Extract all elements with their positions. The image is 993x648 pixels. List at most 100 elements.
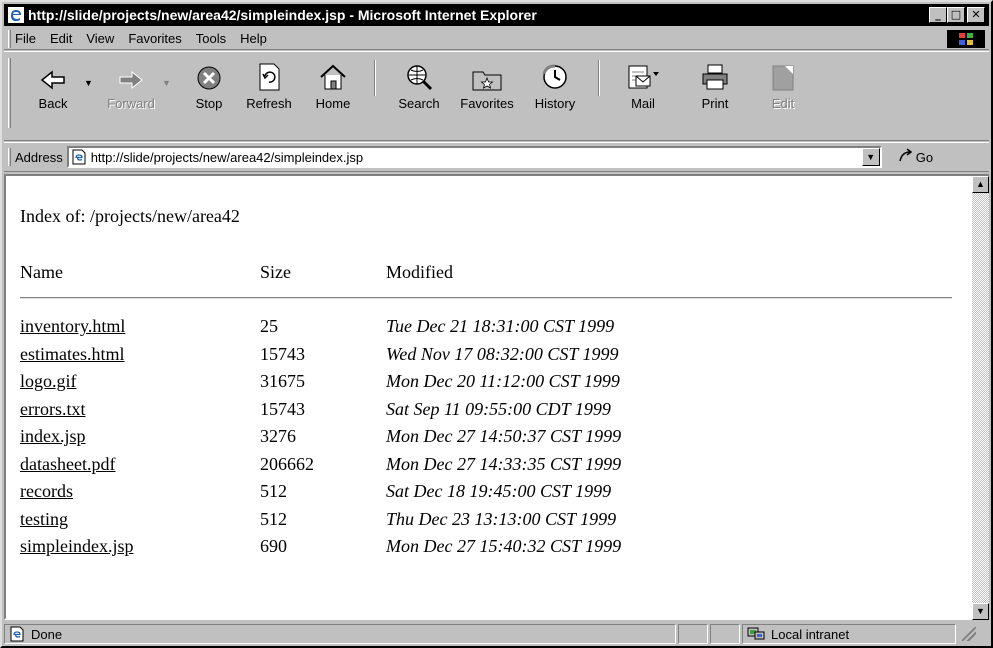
page-icon [71, 149, 87, 165]
table-row: index.jsp 3276 Mon Dec 27 14:50:37 CST 1… [20, 426, 920, 453]
file-link[interactable]: logo.gif [20, 371, 77, 392]
standard-toolbar: Back ▼ Forward ▼ Stop Refresh Home Searc… [4, 51, 989, 141]
menubar-grip[interactable] [8, 29, 11, 48]
table-row: inventory.html 25 Tue Dec 21 18:31:00 CS… [20, 316, 920, 343]
refresh-icon [238, 56, 300, 92]
file-modified: Mon Dec 20 11:12:00 CST 1999 [386, 371, 620, 391]
home-button[interactable]: Home [302, 56, 364, 136]
status-text: Done [31, 626, 63, 642]
file-link[interactable]: testing [20, 509, 68, 530]
file-size: 31675 [260, 371, 305, 391]
title-bar: http://slide/projects/new/area42/simplei… [4, 4, 989, 26]
stop-button[interactable]: Stop [178, 56, 240, 136]
mail-button[interactable]: Mail [612, 56, 674, 136]
addressbar-grip[interactable] [8, 148, 11, 166]
search-button[interactable]: Search [388, 56, 450, 136]
address-label: Address [15, 149, 63, 165]
header-rule [20, 297, 952, 299]
page-done-icon [9, 626, 25, 642]
zone-text: Local intranet [771, 626, 850, 642]
table-row: records 512 Sat Dec 18 19:45:00 CST 1999 [20, 481, 920, 508]
file-size: 690 [260, 536, 287, 556]
file-size: 15743 [260, 343, 305, 364]
file-modified: Mon Dec 27 14:50:37 CST 1999 [386, 426, 622, 446]
toolbar-grip[interactable] [8, 58, 11, 128]
file-link[interactable]: index.jsp [20, 426, 86, 447]
stop-icon [178, 56, 240, 92]
file-size: 25 [260, 316, 278, 336]
print-button[interactable]: Print [684, 56, 746, 136]
forward-dropdown-icon[interactable]: ▼ [162, 78, 171, 88]
file-link[interactable]: inventory.html [20, 316, 125, 337]
column-header-size: Size [260, 262, 291, 282]
ie-logo-icon [8, 7, 24, 23]
resize-grip[interactable] [962, 627, 976, 641]
back-dropdown-icon[interactable]: ▼ [84, 78, 93, 88]
forward-button[interactable]: Forward [100, 56, 162, 136]
address-input[interactable] [90, 149, 851, 165]
forward-arrow-icon [100, 56, 162, 92]
table-row: estimates.html 15743 Wed Nov 17 08:32:00… [20, 344, 920, 371]
toolbar-separator [374, 60, 376, 96]
file-modified: Thu Dec 23 13:13:00 CST 1999 [386, 508, 617, 529]
file-modified: Mon Dec 27 15:40:32 CST 1999 [386, 536, 622, 556]
back-arrow-icon [22, 56, 84, 92]
search-globe-icon [388, 56, 450, 92]
address-dropdown-button[interactable]: ▼ [861, 148, 880, 166]
zone-panel: Local intranet [742, 624, 956, 644]
page-content: Index of: /projects/new/area42 Name Size… [4, 174, 976, 620]
maximize-button[interactable]: □ [947, 7, 965, 23]
menu-edit[interactable]: Edit [50, 31, 72, 46]
go-arrow-icon [898, 147, 914, 167]
file-link[interactable]: records [20, 481, 73, 502]
scroll-up-icon[interactable]: ▲ [972, 176, 989, 193]
file-link[interactable]: estimates.html [20, 344, 124, 365]
address-field-box[interactable]: ▼ [66, 146, 882, 168]
menu-favorites[interactable]: Favorites [128, 31, 181, 46]
file-modified: Wed Nov 17 08:32:00 CST 1999 [386, 343, 619, 364]
file-link[interactable]: errors.txt [20, 399, 85, 420]
status-panel: Done [4, 624, 676, 644]
column-header-modified: Modified [386, 262, 453, 282]
minimize-button[interactable]: _ [929, 7, 947, 23]
file-size: 512 [260, 508, 287, 529]
browser-window: http://slide/projects/new/area42/simplei… [0, 0, 993, 648]
file-size: 206662 [260, 453, 314, 474]
menu-file[interactable]: File [15, 31, 36, 46]
table-row: testing 512 Thu Dec 23 13:13:00 CST 1999 [20, 509, 920, 536]
address-bar: Address ▼ Go [4, 142, 989, 172]
toolbar-separator [598, 60, 600, 96]
menu-view[interactable]: View [86, 31, 114, 46]
status-panel-blank [678, 624, 708, 644]
close-button[interactable]: ✕ [967, 7, 985, 23]
favorites-folder-icon [456, 56, 518, 92]
scroll-down-icon[interactable]: ▼ [972, 603, 989, 620]
table-row: datasheet.pdf 206662 Mon Dec 27 14:33:35… [20, 454, 920, 481]
menu-bar: File Edit View Favorites Tools Help [4, 28, 989, 50]
menu-help[interactable]: Help [240, 31, 267, 46]
refresh-button[interactable]: Refresh [238, 56, 300, 136]
column-header-name: Name [20, 262, 63, 282]
intranet-icon [747, 626, 765, 642]
go-button[interactable]: Go [898, 147, 933, 167]
table-row: errors.txt 15743 Sat Sep 11 09:55:00 CDT… [20, 399, 920, 426]
file-size: 512 [260, 481, 287, 501]
printer-icon [684, 56, 746, 92]
table-row: logo.gif 31675 Mon Dec 20 11:12:00 CST 1… [20, 371, 920, 398]
menu-tools[interactable]: Tools [196, 31, 226, 46]
home-icon [302, 56, 364, 92]
back-button[interactable]: Back [22, 56, 84, 136]
status-bar: Done Local intranet [4, 622, 989, 646]
mail-icon [612, 56, 674, 92]
file-modified: Sat Dec 18 19:45:00 CST 1999 [386, 481, 612, 501]
history-button[interactable]: History [524, 56, 586, 136]
status-panel-blank [710, 624, 740, 644]
file-modified: Sat Sep 11 09:55:00 CDT 1999 [386, 398, 611, 419]
file-link[interactable]: datasheet.pdf [20, 454, 115, 475]
edit-page-icon [752, 56, 814, 92]
favorites-button[interactable]: Favorites [456, 56, 518, 136]
window-title: http://slide/projects/new/area42/simplei… [28, 7, 537, 23]
vertical-scrollbar[interactable]: ▲ ▼ [972, 174, 989, 620]
edit-button[interactable]: Edit [752, 56, 814, 136]
file-link[interactable]: simpleindex.jsp [20, 536, 134, 557]
